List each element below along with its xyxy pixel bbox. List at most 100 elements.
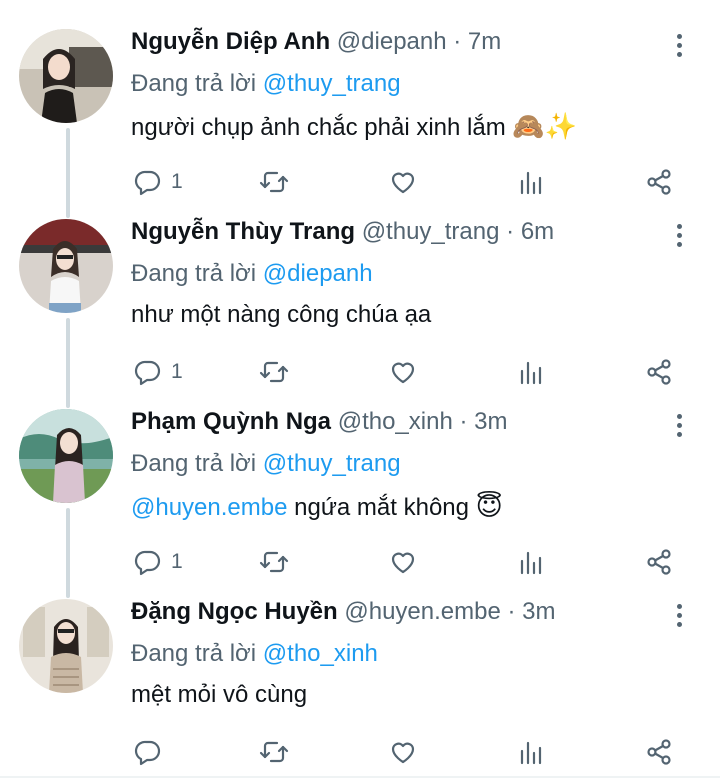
display-name[interactable]: Nguyễn Thùy Trang [131,218,355,245]
avatar[interactable] [19,29,113,123]
replying-to-label: Đang trả lời [131,260,257,287]
reply-button[interactable] [133,734,171,770]
retweet-button[interactable] [259,354,289,390]
reply-icon [134,740,161,766]
retweet-button[interactable] [259,734,289,770]
tweet-body: ngứa mắt không [287,494,469,521]
more-options-icon[interactable] [666,28,692,62]
replying-to-label: Đang trả lời [131,640,257,667]
retweet-icon [259,171,289,193]
share-icon [647,169,671,195]
like-button[interactable] [388,544,418,580]
avatar[interactable] [19,219,113,313]
display-name[interactable]: Phạm Quỳnh Nga [131,408,331,435]
share-icon [647,549,671,575]
reply-icon [134,170,161,196]
tweet[interactable]: Nguyễn Diệp Anh @diepanh · 7m Đang trả l… [0,10,720,200]
retweet-button[interactable] [259,544,289,580]
analytics-button[interactable] [516,164,546,200]
like-icon [391,362,415,384]
share-button[interactable] [644,734,674,770]
avatar[interactable] [19,409,113,503]
reply-icon [134,360,161,386]
more-options-icon[interactable] [666,598,692,632]
username[interactable]: @thuy_trang [362,218,500,245]
tweet-emoji: 🙈✨ [512,111,578,141]
avatar-photo [19,219,113,313]
tweet-text: mệt mỏi vô cùng [131,681,307,709]
action-bar: 1 [0,354,720,394]
action-bar: 1 [0,164,720,204]
username[interactable]: @huyen.embe [344,598,500,625]
avatar-photo [19,409,113,503]
more-options-icon[interactable] [666,218,692,252]
timestamp[interactable]: 6m [521,218,554,245]
share-icon [647,739,671,765]
reply-button[interactable]: 1 [133,354,183,390]
analytics-button[interactable] [516,354,546,390]
separator-dot: · [506,218,515,245]
replying-to-mention[interactable]: @diepanh [263,260,373,287]
username[interactable]: @diepanh [337,28,447,55]
like-icon [391,172,415,194]
replying-to: Đang trả lời @tho_xinh [131,640,378,668]
action-bar [0,734,720,774]
retweet-button[interactable] [259,164,289,200]
tweet-header: Nguyễn Diệp Anh @diepanh · 7m [131,28,501,57]
separator-dot: · [507,598,516,625]
like-icon [391,742,415,764]
analytics-icon [520,551,542,575]
avatar-photo [19,29,113,123]
replying-to-mention[interactable]: @tho_xinh [263,640,378,667]
tweet-header: Phạm Quỳnh Nga @tho_xinh · 3m [131,408,508,437]
share-button[interactable] [644,354,674,390]
reply-button[interactable]: 1 [133,164,183,200]
analytics-button[interactable] [516,544,546,580]
share-button[interactable] [644,544,674,580]
analytics-icon [520,171,542,195]
timestamp[interactable]: 3m [522,598,555,625]
display-name[interactable]: Nguyễn Diệp Anh [131,28,330,55]
tweet-mention[interactable]: @huyen.embe [131,494,287,521]
more-options-icon[interactable] [666,408,692,442]
tweet-header: Đặng Ngọc Huyền @huyen.embe · 3m [131,598,556,627]
reply-count: 1 [171,170,183,193]
reply-count: 1 [171,360,183,383]
like-icon [391,552,415,574]
share-button[interactable] [644,164,674,200]
retweet-icon [259,361,289,383]
tweet-body: người chụp ảnh chắc phải xinh lắm [131,114,506,141]
timestamp[interactable]: 3m [474,408,507,435]
replying-to-mention[interactable]: @thuy_trang [263,70,401,97]
tweet-header: Nguyễn Thùy Trang @thuy_trang · 6m [131,218,554,247]
analytics-icon [520,741,542,765]
retweet-icon [259,551,289,573]
tweet-body: như một nàng công chúa ạa [131,301,432,328]
replying-to: Đang trả lời @thuy_trang [131,70,401,98]
tweet-body: mệt mỏi vô cùng [131,681,308,708]
replying-to-mention[interactable]: @thuy_trang [263,450,401,477]
tweet-emoji: 😇 [475,491,503,521]
separator-dot: · [453,28,462,55]
tweet[interactable]: Đặng Ngọc Huyền @huyen.embe · 3m Đang tr… [0,580,720,770]
like-button[interactable] [388,734,418,770]
analytics-button[interactable] [516,734,546,770]
timestamp[interactable]: 7m [468,28,501,55]
avatar-photo [19,599,113,693]
avatar[interactable] [19,599,113,693]
like-button[interactable] [388,354,418,390]
share-icon [647,359,671,385]
tweet[interactable]: Phạm Quỳnh Nga @tho_xinh · 3m Đang trả l… [0,390,720,580]
separator-dot: · [459,408,468,435]
username[interactable]: @tho_xinh [338,408,453,435]
display-name[interactable]: Đặng Ngọc Huyền [131,598,338,625]
reply-icon [134,550,161,576]
analytics-icon [520,361,542,385]
tweet-text: @huyen.embe ngứa mắt không 😇 [131,491,503,522]
replying-to-label: Đang trả lời [131,450,257,477]
action-bar: 1 [0,544,720,584]
reply-button[interactable]: 1 [133,544,183,580]
tweet[interactable]: Nguyễn Thùy Trang @thuy_trang · 6m Đang … [0,200,720,390]
replying-to: Đang trả lời @thuy_trang [131,450,401,478]
like-button[interactable] [388,164,418,200]
